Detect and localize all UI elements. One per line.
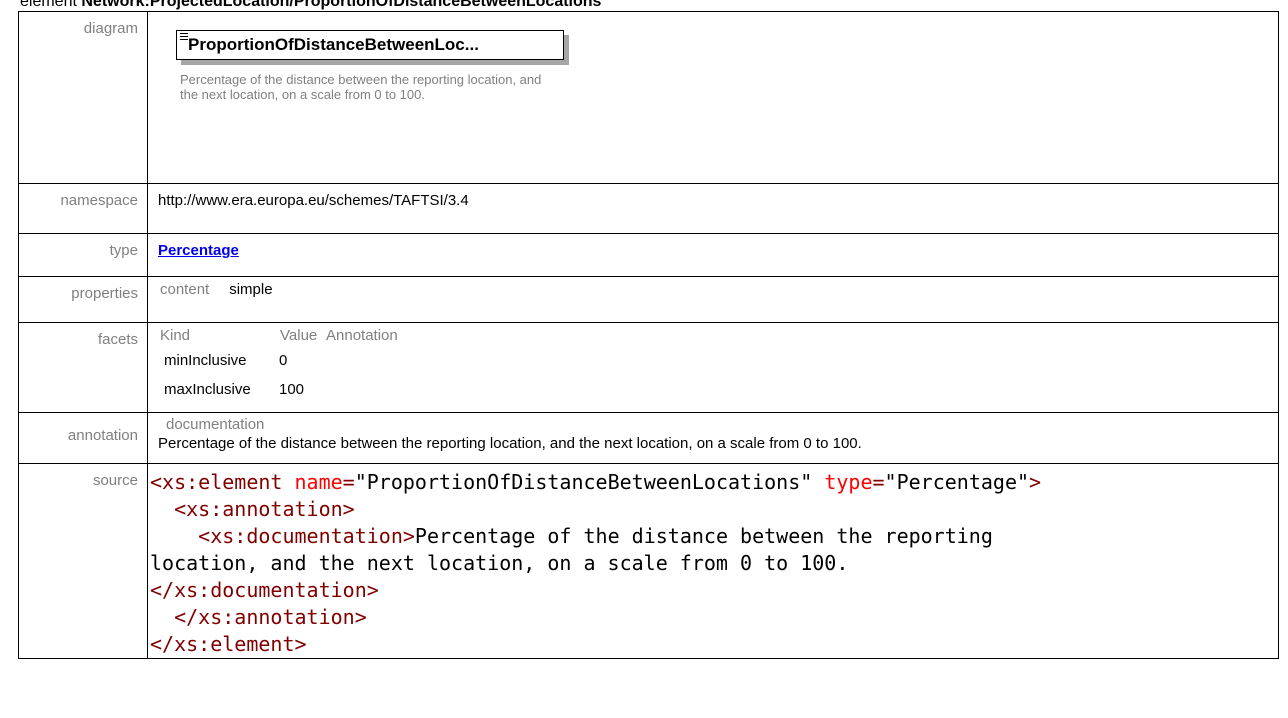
annotation-key: documentation — [166, 416, 265, 433]
namespace-label: namespace — [18, 183, 148, 234]
facets-row: facets Kind Value Annotation minInclusiv… — [18, 322, 1279, 413]
diagram-rect: ProportionOfDistanceBetweenLoc... — [176, 30, 564, 60]
annotation-row: annotation documentation Percentage of t… — [18, 412, 1279, 464]
diagram-documentation: Percentage of the distance between the r… — [180, 72, 542, 102]
facet-value: 100 — [279, 381, 305, 398]
properties-row: properties content simple — [18, 276, 1279, 323]
heading-element-name: Network:ProjectedLocation/ProportionOfDi… — [81, 0, 602, 10]
diagram-element-name: ProportionOfDistanceBetweenLoc... — [188, 35, 479, 54]
source-label: source — [18, 463, 148, 659]
facets-header-kind: Kind — [160, 327, 191, 344]
source-code: <xs:element name="ProportionOfDistanceBe… — [150, 470, 1042, 656]
facets-header-value: Value — [280, 327, 318, 344]
type-link[interactable]: Percentage — [158, 242, 239, 259]
properties-value: simple — [229, 281, 273, 298]
facets-header: Kind Value Annotation — [160, 327, 1278, 344]
facets-header-annotation: Annotation — [326, 327, 398, 344]
namespace-row: namespace http://www.era.europa.eu/schem… — [18, 183, 1279, 234]
properties-pair: content simple — [160, 281, 1278, 298]
facet-value: 0 — [279, 352, 288, 369]
type-label: type — [18, 233, 148, 277]
annotation-text: Percentage of the distance between the r… — [158, 435, 862, 452]
diagram-label: diagram — [18, 11, 148, 184]
facet-kind: maxInclusive — [164, 381, 251, 398]
facet-row: maxInclusive 100 — [164, 377, 1278, 402]
annotation-label: annotation — [18, 412, 148, 464]
source-row: source <xs:element name="ProportionOfDis… — [18, 463, 1279, 659]
namespace-value: http://www.era.europa.eu/schemes/TAFTSI/… — [147, 183, 1279, 234]
element-lines-icon — [180, 33, 188, 41]
element-diagram-box[interactable]: ProportionOfDistanceBetweenLoc... — [176, 30, 569, 65]
facet-row: minInclusive 0 — [164, 348, 1278, 373]
facets-label: facets — [18, 322, 148, 413]
heading-prefix: element — [20, 0, 77, 10]
diagram-cell: ProportionOfDistanceBetweenLoc... Percen… — [147, 11, 1279, 184]
diagram-row: diagram ProportionOfDistanceBetweenLoc..… — [18, 11, 1279, 184]
element-doc-table: diagram ProportionOfDistanceBetweenLoc..… — [18, 11, 1279, 659]
properties-key: content — [160, 281, 210, 298]
properties-label: properties — [18, 276, 148, 323]
facet-kind: minInclusive — [164, 352, 247, 369]
type-row: type Percentage — [18, 233, 1279, 277]
